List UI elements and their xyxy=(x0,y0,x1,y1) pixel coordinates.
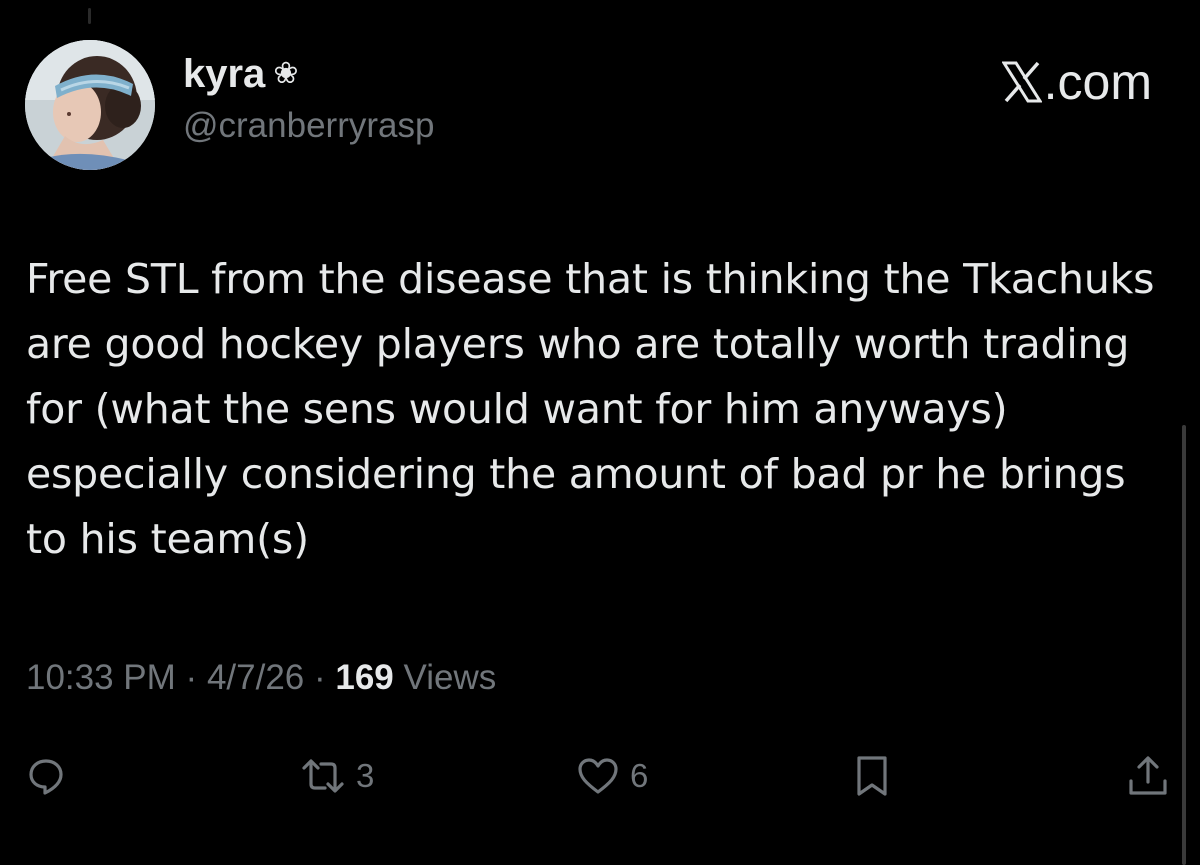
top-divider-tick xyxy=(88,8,91,24)
avatar-image xyxy=(25,40,155,170)
x-logo-icon xyxy=(1001,61,1042,103)
like-count: 6 xyxy=(630,757,649,794)
author-display-name[interactable]: kyra ❀ xyxy=(183,52,434,96)
meta-separator: · xyxy=(185,658,198,697)
tweet-body: Free STL from the disease that is thinki… xyxy=(26,255,1155,563)
retweet-count: 3 xyxy=(356,757,375,794)
brand-watermark: .com xyxy=(1001,54,1152,110)
views-count: 169 xyxy=(335,658,394,697)
author-name-text[interactable]: kyra xyxy=(183,52,265,96)
brand-domain-text: .com xyxy=(1043,54,1152,110)
retweet-button[interactable]: 3 xyxy=(300,748,374,804)
share-icon xyxy=(1129,756,1167,795)
tweet-date[interactable]: 4/7/26 xyxy=(207,658,304,697)
reply-icon xyxy=(29,759,63,795)
heart-icon xyxy=(578,758,618,794)
author-info: kyra ❀ @cranberryrasp xyxy=(183,52,434,146)
tweet-meta: 10:33 PM · 4/7/26 · 169 Views xyxy=(26,658,496,698)
like-button[interactable]: 6 xyxy=(576,748,648,804)
tweet-time[interactable]: 10:33 PM xyxy=(26,658,176,697)
retweet-icon xyxy=(302,759,344,793)
meta-separator: · xyxy=(313,658,326,697)
flower-icon: ❀ xyxy=(273,56,299,91)
action-bar: 3 6 xyxy=(0,748,1200,804)
scrollbar[interactable] xyxy=(1182,425,1186,865)
bookmark-icon xyxy=(857,756,887,796)
avatar[interactable] xyxy=(25,40,155,170)
share-button[interactable] xyxy=(1126,748,1170,804)
reply-button[interactable] xyxy=(26,748,66,804)
author-handle[interactable]: @cranberryrasp xyxy=(183,106,434,146)
bookmark-button[interactable] xyxy=(852,748,892,804)
views-label: Views xyxy=(403,658,497,697)
